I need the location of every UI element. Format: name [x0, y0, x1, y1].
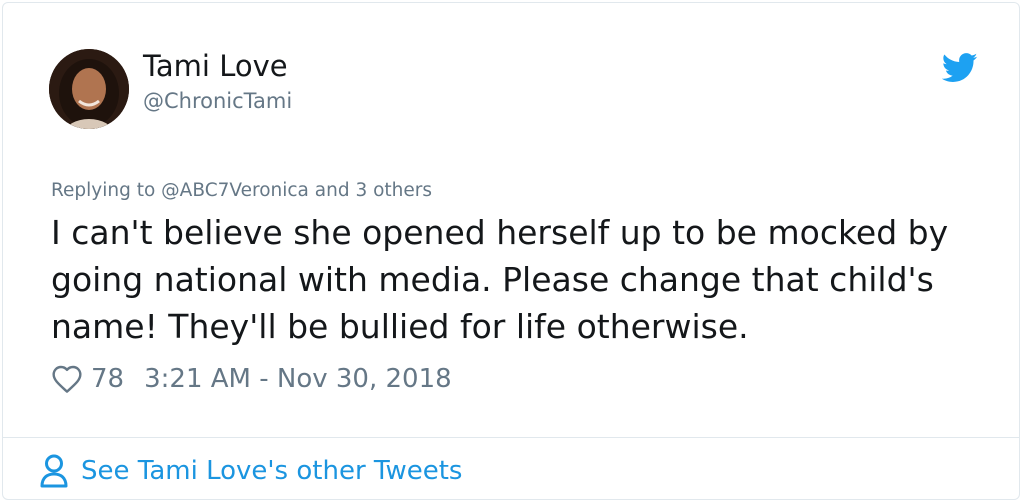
divider [3, 437, 1019, 438]
avatar-image [49, 49, 129, 129]
author-handle[interactable]: @ChronicTami [143, 89, 292, 113]
heart-outline-icon[interactable] [51, 364, 83, 394]
avatar[interactable] [49, 49, 129, 129]
see-other-tweets-link[interactable]: See Tami Love's other Tweets [39, 451, 462, 491]
person-outline-icon [40, 454, 68, 488]
timestamp[interactable]: 3:21 AM - Nov 30, 2018 [144, 364, 452, 394]
tweet-card: Tami Love @ChronicTami Replying to @ABC7… [2, 2, 1020, 500]
tweet-text: I can't believe she opened herself up to… [51, 213, 949, 346]
like-count[interactable]: 78 [91, 364, 124, 394]
reply-context: Replying to @ABC7Veronica and 3 others [51, 180, 433, 201]
twitter-bird-icon[interactable] [942, 53, 978, 83]
see-other-tweets-label: See Tami Love's other Tweets [81, 456, 463, 486]
tweet-meta: 78 3:21 AM - Nov 30, 2018 [51, 361, 452, 397]
author-name[interactable]: Tami Love [143, 49, 288, 83]
